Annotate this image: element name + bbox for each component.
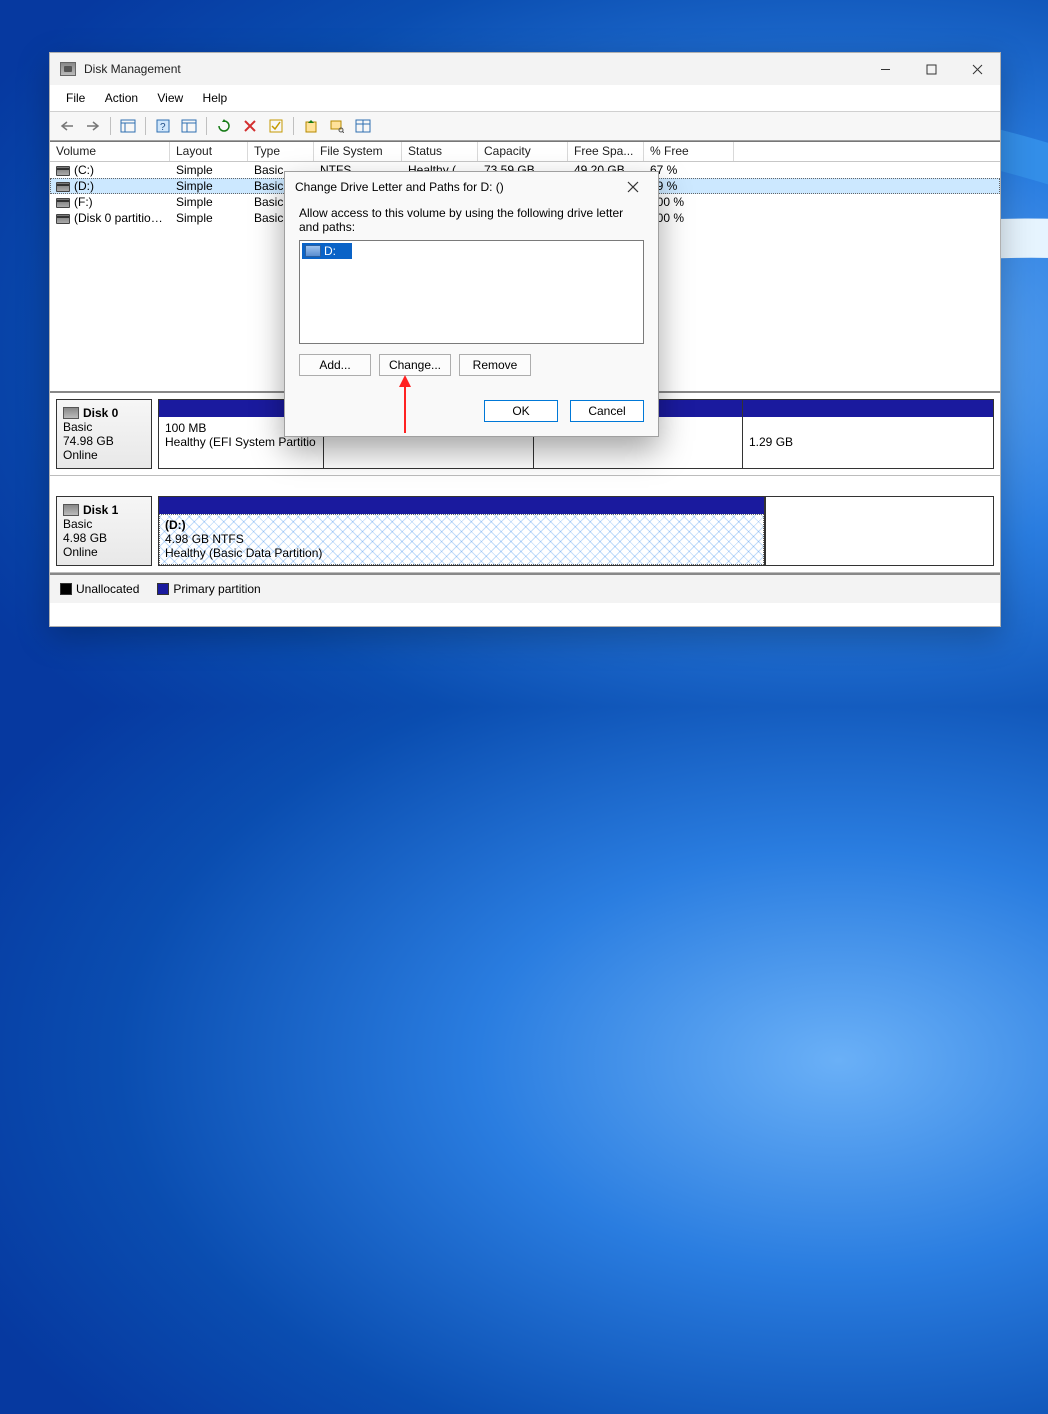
part-size: 100 MB (165, 421, 206, 435)
layout-icon[interactable] (352, 115, 374, 137)
view-icon[interactable] (117, 115, 139, 137)
change-drive-letter-dialog: Change Drive Letter and Paths for D: () … (284, 171, 659, 437)
col-type[interactable]: Type (248, 142, 314, 161)
properties-icon[interactable] (178, 115, 200, 137)
disk-name: Disk 0 (83, 406, 118, 420)
disk-state: Online (63, 545, 98, 559)
legend-bar: Unallocated Primary partition (50, 575, 1000, 603)
disk-label[interactable]: Disk 1 Basic 4.98 GB Online (56, 496, 152, 566)
menu-bar: File Action View Help (50, 85, 1000, 111)
legend-primary: Primary partition (173, 582, 260, 596)
part-info: Healthy (Basic Data Partition) (165, 546, 322, 560)
col-free[interactable]: Free Spa... (568, 142, 644, 161)
check-icon[interactable] (265, 115, 287, 137)
menu-action[interactable]: Action (97, 87, 146, 109)
col-status[interactable]: Status (402, 142, 478, 161)
ok-button[interactable]: OK (484, 400, 558, 422)
delete-icon[interactable] (239, 115, 261, 137)
disk-state: Online (63, 448, 98, 462)
menu-help[interactable]: Help (195, 87, 236, 109)
menu-view[interactable]: View (149, 87, 191, 109)
window-title: Disk Management (84, 62, 181, 76)
dialog-title: Change Drive Letter and Paths for D: () (295, 180, 504, 194)
add-button[interactable]: Add... (299, 354, 371, 376)
partition-selected[interactable]: (D:) 4.98 GB NTFS Healthy (Basic Data Pa… (159, 497, 765, 565)
dialog-path-item[interactable]: D: (302, 243, 352, 259)
disk-label[interactable]: Disk 0 Basic 74.98 GB Online (56, 399, 152, 469)
part-size: 1.29 GB (749, 435, 793, 449)
dialog-description: Allow access to this volume by using the… (299, 206, 644, 234)
remove-button[interactable]: Remove (459, 354, 531, 376)
partition-empty[interactable] (765, 497, 993, 565)
disk-type: Basic (63, 420, 92, 434)
part-label: (D:) (165, 518, 186, 532)
find-icon[interactable] (326, 115, 348, 137)
cancel-button[interactable]: Cancel (570, 400, 644, 422)
col-layout[interactable]: Layout (170, 142, 248, 161)
drive-icon (305, 245, 321, 257)
dialog-close-button[interactable] (618, 172, 648, 202)
column-headers: Volume Layout Type File System Status Ca… (50, 142, 1000, 162)
col-pct[interactable]: % Free (644, 142, 734, 161)
partition[interactable]: 1.29 GB (743, 400, 993, 468)
disk-row: Disk 1 Basic 4.98 GB Online (D:) 4.98 GB… (50, 490, 1000, 573)
disk-icon (63, 504, 79, 516)
legend-unallocated: Unallocated (76, 582, 139, 596)
toolbar: ? (50, 111, 1000, 141)
back-icon[interactable] (56, 115, 78, 137)
svg-text:?: ? (160, 122, 166, 133)
disk-size: 4.98 GB (63, 531, 107, 545)
part-info: Healthy (EFI System Partitio (165, 435, 316, 449)
swatch-unallocated (60, 583, 72, 595)
close-button[interactable] (954, 53, 1000, 85)
col-capacity[interactable]: Capacity (478, 142, 568, 161)
title-bar: Disk Management (50, 53, 1000, 85)
forward-icon[interactable] (82, 115, 104, 137)
menu-file[interactable]: File (58, 87, 93, 109)
col-volume[interactable]: Volume (50, 142, 170, 161)
disk-icon (63, 407, 79, 419)
export-icon[interactable] (300, 115, 322, 137)
dialog-title-bar: Change Drive Letter and Paths for D: () (285, 172, 658, 202)
help-icon[interactable]: ? (152, 115, 174, 137)
dialog-path-listbox[interactable]: D: (299, 240, 644, 344)
minimize-button[interactable] (862, 53, 908, 85)
disk-type: Basic (63, 517, 92, 531)
col-fs[interactable]: File System (314, 142, 402, 161)
dialog-path-text: D: (324, 244, 336, 258)
part-fs: 4.98 GB NTFS (165, 532, 244, 546)
swatch-primary (157, 583, 169, 595)
disk-name: Disk 1 (83, 503, 118, 517)
refresh-icon[interactable] (213, 115, 235, 137)
disk-size: 74.98 GB (63, 434, 114, 448)
app-icon (60, 62, 76, 76)
maximize-button[interactable] (908, 53, 954, 85)
change-button[interactable]: Change... (379, 354, 451, 376)
